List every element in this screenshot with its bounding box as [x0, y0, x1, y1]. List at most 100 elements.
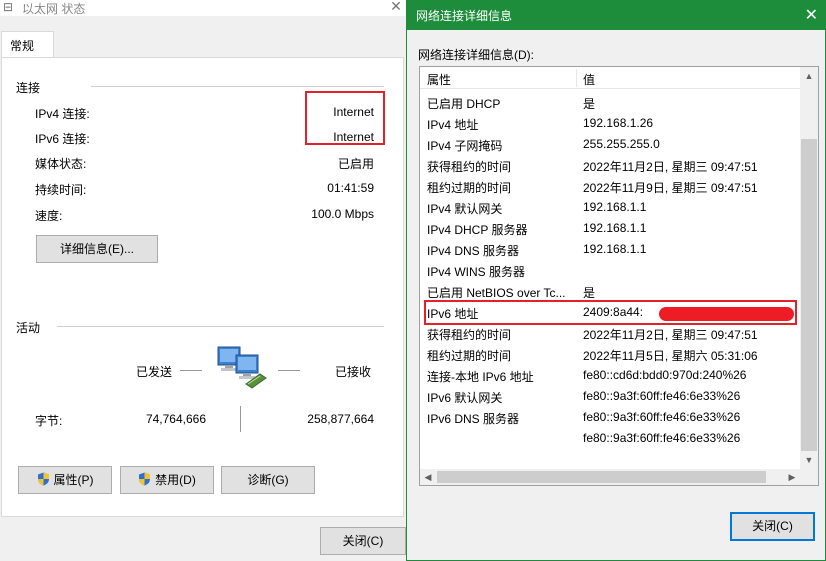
- close-icon[interactable]: ✕: [389, 0, 403, 14]
- list-row[interactable]: IPv4 DHCP 服务器 192.168.1.1: [420, 218, 800, 239]
- row-property: IPv4 默认网关: [427, 202, 503, 216]
- row-property: IPv6 DNS 服务器: [427, 412, 520, 426]
- row-value: 2022年11月5日, 星期六 05:31:06: [583, 349, 758, 363]
- ipv6-redaction-mark: [659, 307, 794, 321]
- status-close-button[interactable]: 关闭(C): [320, 527, 406, 555]
- row-value: 2022年11月2日, 星期三 09:47:51: [583, 328, 758, 342]
- duration-value: 01:41:59: [327, 181, 374, 195]
- list-row[interactable]: IPv6 DNS 服务器 fe80::9a3f:60ff:fe46:6e33%2…: [420, 407, 800, 428]
- row-property: 租约过期的时间: [427, 349, 512, 363]
- row-value: fe80::9a3f:60ff:fe46:6e33%26: [583, 431, 741, 445]
- network-computers-icon: [217, 346, 267, 389]
- row-value: fe80::cd6d:bdd0:970d:240%26: [583, 368, 747, 382]
- bytes-sent-value: 74,764,666: [145, 412, 206, 426]
- media-state-value: 已启用: [337, 157, 374, 171]
- scroll-down-arrow-icon[interactable]: ▼: [800, 451, 818, 469]
- tab-general[interactable]: 常规: [1, 31, 54, 58]
- horizontal-scrollbar[interactable]: ◀ ▶: [420, 469, 800, 485]
- column-separator[interactable]: [576, 69, 577, 87]
- uac-shield-icon: [37, 472, 49, 486]
- scroll-left-arrow-icon[interactable]: ◀: [420, 469, 436, 485]
- row-property: IPv4 地址: [427, 118, 479, 132]
- list-row[interactable]: IPv4 默认网关 192.168.1.1: [420, 197, 800, 218]
- row-value: 192.168.1.1: [583, 200, 647, 214]
- row-value: 255.255.255.0: [583, 137, 660, 151]
- internet-highlight-box: [305, 91, 385, 145]
- scrollbar-corner: [800, 469, 818, 485]
- ethernet-status-window: ⊟ 以太网 状态 ✕ 常规 连接 IPv4 连接: Internet IPv6 …: [0, 0, 406, 561]
- disable-button[interactable]: 禁用(D): [120, 466, 214, 494]
- received-dash: [278, 370, 300, 371]
- row-property: IPv4 DHCP 服务器: [427, 223, 528, 237]
- row-property: 已启用 DHCP: [427, 97, 501, 111]
- sent-label: 已发送: [136, 365, 173, 379]
- list-row[interactable]: 获得租约的时间 2022年11月2日, 星期三 09:47:51: [420, 323, 800, 344]
- list-row[interactable]: 租约过期的时间 2022年11月5日, 星期六 05:31:06: [420, 344, 800, 365]
- diagnose-button-label: 诊断(G): [247, 473, 289, 487]
- row-property: IPv4 WINS 服务器: [427, 265, 526, 279]
- speed-label: 速度:: [35, 209, 63, 223]
- connection-group-label: 连接: [16, 81, 41, 95]
- row-property: 获得租约的时间: [427, 160, 512, 174]
- close-icon[interactable]: ✕: [805, 5, 818, 25]
- row-property: IPv6 默认网关: [427, 391, 503, 405]
- list-row[interactable]: IPv4 DNS 服务器 192.168.1.1: [420, 239, 800, 260]
- row-property: IPv4 DNS 服务器: [427, 244, 520, 258]
- list-header: 属性 值: [420, 67, 800, 89]
- row-value: 2022年11月9日, 星期三 09:47:51: [583, 181, 758, 195]
- horizontal-scroll-thumb[interactable]: [437, 471, 766, 483]
- list-row[interactable]: IPv4 WINS 服务器: [420, 260, 800, 281]
- column-header-value[interactable]: 值: [583, 71, 595, 88]
- properties-button[interactable]: 属性(P): [18, 466, 112, 494]
- details-button-label: 详细信息(E)...: [60, 242, 134, 256]
- details-close-button-label: 关闭(C): [752, 519, 793, 533]
- list-row[interactable]: 已启用 DHCP 是: [420, 92, 800, 113]
- list-row[interactable]: 获得租约的时间 2022年11月2日, 星期三 09:47:51: [420, 155, 800, 176]
- window-title: 以太网 状态: [22, 2, 86, 16]
- list-row[interactable]: IPv4 子网掩码 255.255.255.0: [420, 134, 800, 155]
- properties-button-label: 属性(P): [53, 473, 94, 487]
- row-value: 2022年11月2日, 星期三 09:47:51: [583, 160, 758, 174]
- disable-button-label: 禁用(D): [155, 473, 196, 487]
- status-close-button-label: 关闭(C): [342, 534, 384, 548]
- list-row[interactable]: 租约过期的时间 2022年11月9日, 星期三 09:47:51: [420, 176, 800, 197]
- uac-shield-icon: [139, 472, 151, 486]
- row-value: fe80::9a3f:60ff:fe46:6e33%26: [583, 389, 741, 403]
- received-label: 已接收: [335, 365, 372, 379]
- row-value: 是: [583, 286, 596, 300]
- vertical-scroll-thumb[interactable]: [801, 139, 817, 451]
- list-row[interactable]: 连接-本地 IPv6 地址 fe80::cd6d:bdd0:970d:240%2…: [420, 365, 800, 386]
- row-property: 获得租约的时间: [427, 328, 512, 342]
- details-close-button[interactable]: 关闭(C): [730, 512, 815, 541]
- row-property: 租约过期的时间: [427, 181, 512, 195]
- diagnose-button[interactable]: 诊断(G): [221, 466, 315, 494]
- list-row[interactable]: fe80::9a3f:60ff:fe46:6e33%26: [420, 428, 800, 449]
- bytes-label: 字节:: [35, 414, 63, 428]
- media-state-label: 媒体状态:: [35, 157, 87, 171]
- column-header-property[interactable]: 属性: [427, 71, 451, 88]
- network-connection-details-dialog: 网络连接详细信息 ✕ 网络连接详细信息(D): 属性 值 已启用 DHCP 是 …: [406, 0, 826, 561]
- connection-group-divider: [91, 86, 384, 87]
- scroll-right-arrow-icon[interactable]: ▶: [784, 469, 800, 485]
- sent-dash: [180, 370, 202, 371]
- row-value: fe80::9a3f:60ff:fe46:6e33%26: [583, 410, 741, 424]
- list-row[interactable]: 已启用 NetBIOS over Tc... 是: [420, 281, 800, 302]
- details-listview[interactable]: 属性 值 已启用 DHCP 是 IPv4 地址 192.168.1.26 IPv…: [419, 66, 819, 486]
- network-adapter-icon: ⊟: [3, 0, 14, 14]
- row-value: 192.168.1.1: [583, 242, 647, 256]
- vertical-scrollbar[interactable]: ▲ ▼: [800, 67, 818, 469]
- row-value: 192.168.1.1: [583, 221, 647, 235]
- details-dialog-titlebar: 网络连接详细信息 ✕: [407, 0, 826, 30]
- row-property: 连接-本地 IPv6 地址: [427, 370, 534, 384]
- details-button[interactable]: 详细信息(E)...: [36, 235, 158, 263]
- row-value: 192.168.1.26: [583, 116, 654, 130]
- row-property: IPv4 子网掩码: [427, 139, 503, 153]
- ipv4-connectivity-label: IPv4 连接:: [35, 107, 90, 121]
- row-property: 已启用 NetBIOS over Tc...: [427, 286, 566, 300]
- list-row[interactable]: IPv4 地址 192.168.1.26: [420, 113, 800, 134]
- row-value: 是: [583, 97, 596, 111]
- scroll-up-arrow-icon[interactable]: ▲: [800, 67, 818, 85]
- list-row[interactable]: IPv6 默认网关 fe80::9a3f:60ff:fe46:6e33%26: [420, 386, 800, 407]
- ipv6-connectivity-label: IPv6 连接:: [35, 132, 90, 146]
- bytes-received-value: 258,877,664: [307, 412, 374, 426]
